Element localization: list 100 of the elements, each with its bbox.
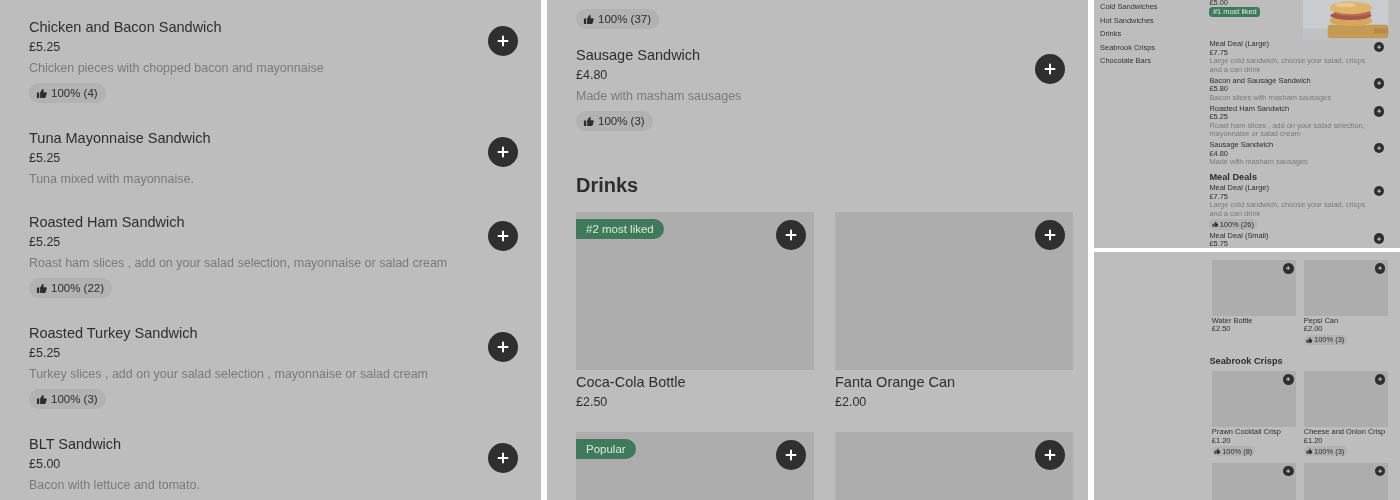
item-description: Chicken pieces with chopped bacon and mayonnaise xyxy=(29,60,324,77)
item-price: £4.80 xyxy=(576,67,609,84)
plus-icon xyxy=(497,230,509,242)
category-link[interactable]: Chocolate Bars xyxy=(1100,54,1151,68)
item-price: £2.50 xyxy=(576,394,609,411)
section-heading: Seabrook Crisps xyxy=(1209,355,1284,367)
tag-badge: #1 most liked xyxy=(1209,7,1261,18)
rating-badge: 100% (3) xyxy=(1303,334,1348,346)
item-name: Meal Deal (Small) xyxy=(1209,231,1269,241)
item-name: Water Bottle xyxy=(1211,316,1254,326)
category-link[interactable]: Hot Sandwiches xyxy=(1100,13,1154,28)
add-button[interactable] xyxy=(1374,263,1386,274)
item-description: Roast ham slices , add on your salad selection, mayonnaise or salad cream xyxy=(29,255,448,272)
rating-badge: 100% (26) xyxy=(1209,218,1257,230)
plus-icon xyxy=(785,449,797,461)
thumbs-up-icon xyxy=(1306,336,1313,344)
plus-icon xyxy=(785,229,797,241)
item-price: £5.80 xyxy=(1209,85,1229,94)
item-price: £7.75 xyxy=(1209,48,1229,58)
item-name: Sausage Sandwich xyxy=(576,46,702,65)
add-button[interactable] xyxy=(1373,142,1385,154)
add-button[interactable] xyxy=(1282,465,1294,477)
rating-badge: 100% (22) xyxy=(29,278,113,298)
rating-badge: 100% (37) xyxy=(576,9,660,29)
thumbs-up-icon xyxy=(1211,221,1219,228)
category-link[interactable]: Drinks xyxy=(1100,27,1122,41)
item-name: Coca-Cola Bottle xyxy=(576,373,687,392)
item-price: £2.00 xyxy=(1303,325,1324,334)
add-button[interactable] xyxy=(1374,465,1386,477)
category-link[interactable]: Seabrook Crisps xyxy=(1100,40,1155,55)
item-price: £5.25 xyxy=(1209,113,1229,122)
item-name: Cheese and Onion Crisp xyxy=(1303,428,1387,437)
item-name: Chicken and Bacon Sandwich xyxy=(29,18,223,37)
item-name: Roasted Ham Sandwich xyxy=(1209,104,1291,114)
rating-badge: 100% (4) xyxy=(29,83,106,103)
add-button[interactable] xyxy=(1373,106,1385,117)
thumbs-up-icon xyxy=(36,87,47,99)
rating-badge: 100% (3) xyxy=(29,389,106,409)
add-button[interactable] xyxy=(1035,440,1065,470)
item-name: Meal Deal (Large) xyxy=(1209,40,1270,49)
thumbs-up-icon xyxy=(1306,447,1313,455)
plus-icon xyxy=(497,146,509,158)
item-price: £1.20 xyxy=(1211,436,1232,446)
item-name: BLT Sandwich xyxy=(29,435,123,454)
item-price: £5.25 xyxy=(29,234,62,251)
plus-icon xyxy=(1044,229,1056,241)
add-button[interactable] xyxy=(1035,220,1065,250)
plus-icon xyxy=(497,452,509,464)
section-heading: Meal Deals xyxy=(1209,171,1259,183)
thumbs-up-icon xyxy=(36,393,47,405)
plus-icon xyxy=(1044,63,1056,75)
add-button[interactable] xyxy=(776,220,806,250)
rating-badge: 100% (3) xyxy=(1303,445,1348,457)
add-button[interactable] xyxy=(1373,185,1385,197)
rating-badge: 100% (3) xyxy=(576,111,653,131)
plus-icon xyxy=(497,341,509,353)
item-price: £1.20 xyxy=(1303,436,1324,446)
add-button[interactable] xyxy=(488,137,518,167)
add-button[interactable] xyxy=(488,332,518,362)
item-price: £5.00 xyxy=(1209,0,1229,8)
add-button[interactable] xyxy=(1373,78,1385,89)
section-heading: Drinks xyxy=(576,173,640,198)
item-price: £5.75 xyxy=(1209,240,1229,248)
item-name: Meal Deal (Large) xyxy=(1209,184,1270,193)
thumbs-up-icon xyxy=(583,115,594,127)
item-description: Turkey slices , add on your salad selection , mayonnaise or salad cream xyxy=(29,366,429,383)
item-price: £7.75 xyxy=(1209,192,1229,202)
tag-badge: #2 most liked xyxy=(576,219,664,239)
plus-icon xyxy=(1044,449,1056,461)
add-button[interactable] xyxy=(488,443,518,473)
add-button[interactable] xyxy=(1374,374,1386,385)
item-name: Sausage Sandwich xyxy=(1209,141,1275,150)
item-description: Tuna mixed with mayonnaise. xyxy=(29,171,195,188)
thumbs-up-icon xyxy=(36,282,47,294)
thumbs-up-icon xyxy=(1214,447,1221,455)
add-button[interactable] xyxy=(1282,374,1294,385)
add-button[interactable] xyxy=(1373,41,1385,53)
add-button[interactable] xyxy=(776,440,806,470)
add-button[interactable] xyxy=(1282,263,1294,274)
add-button[interactable] xyxy=(488,26,518,56)
item-price: £5.25 xyxy=(29,39,62,56)
item-name: Roasted Turkey Sandwich xyxy=(29,324,199,343)
tag-badge: Popular xyxy=(576,439,636,459)
add-button[interactable] xyxy=(1035,54,1065,84)
thumbs-up-icon xyxy=(583,13,594,25)
plus-icon xyxy=(497,35,509,47)
item-price: £5.25 xyxy=(29,150,62,167)
item-name: Bacon and Sausage Sandwich xyxy=(1209,76,1312,86)
item-price: £5.00 xyxy=(29,456,62,473)
item-name: Pepsi Can xyxy=(1303,316,1340,326)
item-price: £4.80 xyxy=(1209,149,1228,159)
item-name: Fanta Orange Can xyxy=(835,373,957,392)
item-price: £2.50 xyxy=(1211,325,1232,334)
add-button[interactable] xyxy=(1373,233,1385,244)
rating-badge: 100% (8) xyxy=(1211,445,1256,457)
item-price: £2.00 xyxy=(835,394,868,411)
add-button[interactable] xyxy=(488,221,518,251)
item-description: Bacon with lettuce and tomato. xyxy=(29,477,200,494)
category-link[interactable]: Cold Sandwiches xyxy=(1100,0,1158,14)
item-description: Made with masham sausages xyxy=(576,88,742,105)
